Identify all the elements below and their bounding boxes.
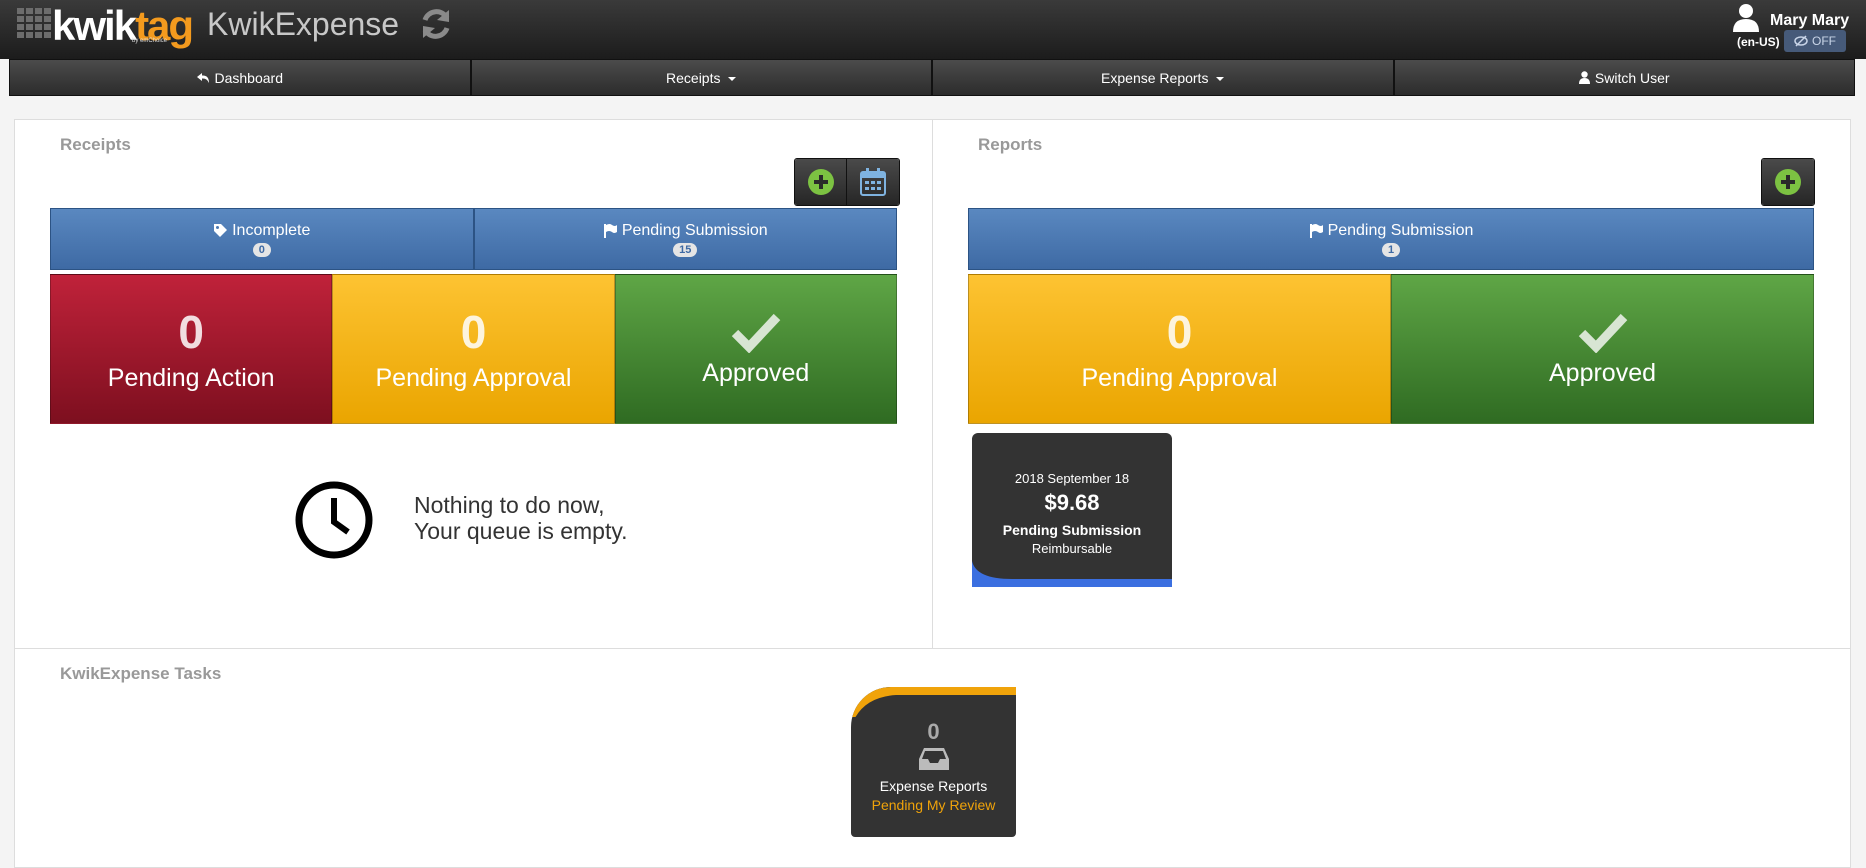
plus-circle-icon: [807, 169, 834, 195]
nav-dashboard[interactable]: Dashboard: [9, 59, 471, 96]
app-header: kwiktag by emChoice KwikExpense Mary Mar…: [0, 0, 1866, 59]
calendar-button[interactable]: [847, 159, 899, 205]
toggle-label: OFF: [1812, 34, 1836, 48]
caret-down-icon: [1216, 76, 1225, 81]
receipts-actions: [794, 158, 900, 206]
tile-pending-approval[interactable]: 0 Pending Approval: [332, 274, 615, 424]
count-badge: 0: [252, 242, 271, 257]
reports-pending-submission[interactable]: Pending Submission 1: [968, 208, 1814, 270]
report-status: Pending Submission: [1002, 522, 1142, 538]
nav-receipts[interactable]: Receipts: [470, 59, 932, 96]
card-accent: [852, 687, 1016, 717]
nav-switch-user[interactable]: Switch User: [1393, 59, 1855, 96]
tag-icon: [214, 224, 228, 237]
plus-circle-icon: [1775, 169, 1801, 195]
tile-pending-approval[interactable]: 0 Pending Approval: [968, 274, 1391, 424]
logo: kwiktag: [52, 2, 194, 49]
user-locale: (en-US): [1737, 35, 1780, 49]
clock-icon: [295, 481, 373, 559]
logo-byline: by emChoice: [132, 38, 168, 44]
receipts-tiles: 0 Pending Action 0 Pending Approval Appr…: [50, 274, 897, 424]
add-report-button[interactable]: [1762, 159, 1814, 205]
flag-icon: [1309, 224, 1323, 238]
visibility-toggle[interactable]: OFF: [1784, 30, 1846, 52]
tasks-title: KwikExpense Tasks: [60, 664, 222, 683]
count-badge: 15: [673, 242, 698, 257]
reports-actions: [1761, 158, 1815, 206]
reports-title: Reports: [978, 135, 1043, 154]
empty-queue-message: Nothing to do now, Your queue is empty.: [414, 492, 628, 544]
reports-panel: Reports Pending Submission 1 0 Pending A…: [932, 119, 1851, 649]
count-badge: 1: [1381, 242, 1401, 257]
task-card-expense-reports[interactable]: 0 Expense Reports Pending My Review: [851, 687, 1016, 837]
receipts-pending-submission[interactable]: Pending Submission 15: [473, 208, 897, 270]
caret-down-icon: [728, 76, 737, 81]
report-date: 2018 September 18: [1014, 471, 1130, 486]
reports-tiles: 0 Pending Approval Approved: [968, 274, 1814, 424]
receipts-status-bar: Incomplete 0 Pending Submission 15: [50, 208, 897, 270]
logo-grid-icon: [17, 8, 51, 38]
report-type: Reimbursable: [1031, 541, 1113, 556]
add-receipt-button[interactable]: [795, 159, 847, 205]
task-sub: Pending My Review: [871, 797, 996, 813]
refresh-icon[interactable]: [418, 6, 454, 42]
receipts-incomplete[interactable]: Incomplete 0: [50, 208, 474, 270]
report-card[interactable]: 2018 September 18 $9.68 Pending Submissi…: [972, 433, 1172, 587]
user-icon: [1578, 71, 1590, 84]
tasks-panel: KwikExpense Tasks 0 Expense Reports Pend…: [14, 648, 1851, 868]
reply-icon: [196, 72, 209, 83]
reports-status-bar: Pending Submission 1: [968, 208, 1814, 270]
card-accent: [972, 561, 1172, 587]
user-avatar-icon[interactable]: [1731, 2, 1761, 32]
task-count: 0: [927, 719, 940, 744]
eye-slash-icon: [1794, 35, 1808, 47]
receipts-panel: Receipts Incomplete 0 Pending Submission…: [14, 119, 933, 649]
task-label: Expense Reports: [879, 778, 988, 794]
user-name[interactable]: Mary Mary: [1770, 12, 1849, 30]
check-icon: [1578, 313, 1627, 353]
check-icon: [731, 313, 781, 353]
nav-expense-reports[interactable]: Expense Reports: [932, 59, 1394, 96]
flag-icon: [603, 224, 617, 238]
receipts-title: Receipts: [60, 135, 131, 154]
tile-approved[interactable]: Approved: [614, 274, 897, 424]
tile-approved[interactable]: Approved: [1391, 274, 1814, 424]
tile-pending-action[interactable]: 0 Pending Action: [50, 274, 333, 424]
app-name: KwikExpense: [207, 6, 400, 42]
report-amount: $9.68: [1044, 490, 1100, 515]
main-nav: Dashboard Receipts Expense Reports Switc…: [9, 59, 1855, 96]
inbox-icon: [918, 748, 949, 770]
calendar-icon: [860, 168, 886, 196]
